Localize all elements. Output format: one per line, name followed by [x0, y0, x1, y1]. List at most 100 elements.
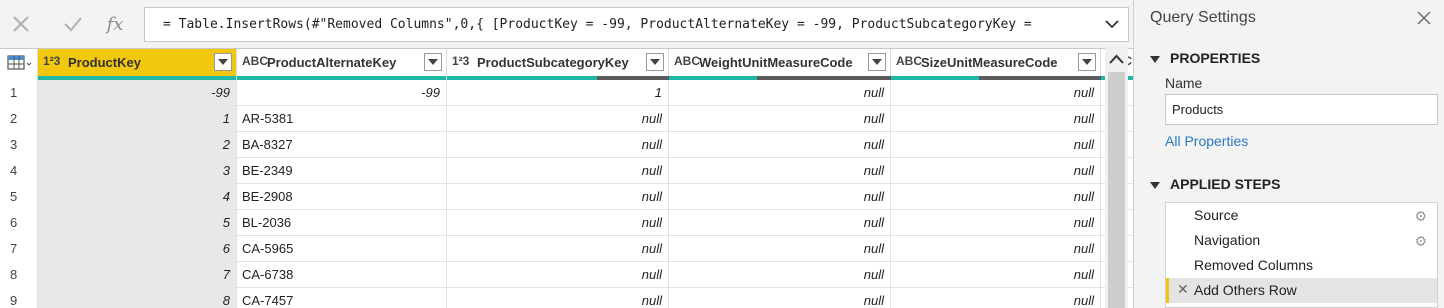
column-filter-button[interactable]	[424, 53, 442, 71]
cancel-formula-button[interactable]	[6, 10, 36, 38]
table-cell[interactable]: null	[669, 132, 891, 158]
step-label: Navigation	[1194, 232, 1261, 248]
table-cell[interactable]: null	[447, 132, 669, 158]
table-row[interactable]: 1-99-991nullnull(	[0, 80, 1133, 106]
table-cell[interactable]: 2	[38, 132, 237, 158]
whole-number-type-icon[interactable]: 1²3	[452, 54, 469, 68]
table-cell[interactable]: CA-7457	[237, 288, 447, 308]
row-number: 6	[0, 210, 38, 236]
table-cell[interactable]: null	[891, 288, 1101, 308]
table-cell[interactable]: -99	[237, 80, 447, 106]
properties-section-header[interactable]: PROPERTIES	[1150, 50, 1260, 66]
column-header-sizeunitmeasurecode[interactable]: ABC SizeUnitMeasureCode	[891, 49, 1101, 80]
table-row[interactable]: 54BE-2908nullnullnullB	[0, 184, 1133, 210]
table-cell[interactable]: 4	[38, 184, 237, 210]
column-filter-button[interactable]	[646, 53, 664, 71]
table-cell[interactable]: AR-5381	[237, 106, 447, 132]
table-cell[interactable]: null	[669, 184, 891, 210]
column-header-productkey[interactable]: 1²3 ProductKey	[38, 49, 237, 80]
table-cell[interactable]: null	[891, 210, 1101, 236]
table-cell[interactable]: -99	[38, 80, 237, 106]
table-cell[interactable]: null	[669, 262, 891, 288]
scroll-up-icon[interactable]	[1108, 52, 1125, 66]
table-cell[interactable]: null	[891, 262, 1101, 288]
table-cell[interactable]: 1	[38, 106, 237, 132]
table-cell[interactable]: null	[447, 184, 669, 210]
table-row[interactable]: 87CA-6738nullnullnullB	[0, 262, 1133, 288]
table-cell[interactable]: null	[891, 132, 1101, 158]
table-cell[interactable]: BA-8327	[237, 132, 447, 158]
whole-number-type-icon[interactable]: 1²3	[43, 54, 60, 68]
table-cell[interactable]: null	[669, 236, 891, 262]
table-cell[interactable]: null	[669, 80, 891, 106]
table-cell[interactable]: null	[891, 106, 1101, 132]
column-filter-button[interactable]	[214, 53, 232, 71]
column-header-weightunitmeasurecode[interactable]: ABC WeightUnitMeasureCode	[669, 49, 891, 80]
step-source[interactable]: Source ⚙	[1166, 203, 1437, 228]
close-icon	[13, 16, 29, 32]
scrollbar-thumb[interactable]	[1108, 72, 1125, 308]
formula-input[interactable]: = Table.InsertRows(#"Removed Columns",0,…	[144, 7, 1129, 42]
table-row[interactable]: 32BA-8327nullnullnullB	[0, 132, 1133, 158]
step-removed-columns[interactable]: Removed Columns	[1166, 253, 1437, 278]
column-header-productsubcategorykey[interactable]: 1²3 ProductSubcategoryKey	[447, 49, 669, 80]
table-row[interactable]: 76CA-5965nullnullnullB	[0, 236, 1133, 262]
table-cell[interactable]: 3	[38, 158, 237, 184]
table-cell[interactable]: null	[891, 236, 1101, 262]
check-icon	[64, 17, 82, 32]
table-cell[interactable]: null	[669, 210, 891, 236]
vertical-scrollbar[interactable]	[1105, 47, 1128, 308]
table-cell[interactable]: CA-6738	[237, 262, 447, 288]
step-add-others-row[interactable]: ✕ Add Others Row	[1166, 278, 1437, 303]
table-cell[interactable]: 8	[38, 288, 237, 308]
section-title: PROPERTIES	[1170, 50, 1261, 66]
query-name-input[interactable]	[1165, 94, 1438, 125]
table-menu-button[interactable]	[0, 49, 38, 80]
column-header-productalternatekey[interactable]: ABC ProductAlternateKey	[237, 49, 447, 80]
expand-formula-button[interactable]	[1102, 14, 1122, 34]
column-filter-button[interactable]	[1078, 53, 1096, 71]
table-cell[interactable]: null	[447, 210, 669, 236]
table-cell[interactable]: null	[447, 236, 669, 262]
table-cell[interactable]: BE-2908	[237, 184, 447, 210]
text-type-icon[interactable]: ABC	[896, 54, 922, 68]
step-navigation[interactable]: Navigation ⚙	[1166, 228, 1437, 253]
table-cell[interactable]: null	[447, 158, 669, 184]
text-type-icon[interactable]: ABC	[242, 54, 268, 68]
table-cell[interactable]: CA-5965	[237, 236, 447, 262]
table-cell[interactable]: null	[669, 106, 891, 132]
confirm-formula-button[interactable]	[58, 10, 88, 38]
table-cell[interactable]: null	[891, 158, 1101, 184]
table-cell[interactable]: null	[891, 184, 1101, 210]
column-header-label: ProductAlternateKey	[267, 55, 397, 70]
delete-step-icon[interactable]: ✕	[1177, 281, 1189, 298]
close-panel-button[interactable]	[1414, 8, 1434, 28]
table-row[interactable]: 98CA-7457nullnullnullB	[0, 288, 1133, 308]
table-cell[interactable]: null	[447, 288, 669, 308]
query-settings-panel: Query Settings PROPERTIES Name All Prope…	[1133, 0, 1444, 308]
fx-button[interactable]: fx	[100, 10, 130, 38]
applied-steps-section-header[interactable]: APPLIED STEPS	[1150, 176, 1280, 192]
table-cell[interactable]: null	[891, 80, 1101, 106]
table-cell[interactable]: 5	[38, 210, 237, 236]
table-row[interactable]: 65BL-2036nullnullnullB	[0, 210, 1133, 236]
column-header-label: SizeUnitMeasureCode	[921, 55, 1058, 70]
table-cell[interactable]: BL-2036	[237, 210, 447, 236]
table-cell[interactable]: null	[447, 106, 669, 132]
table-cell[interactable]: 7	[38, 262, 237, 288]
gear-icon[interactable]: ⚙	[1414, 233, 1427, 250]
table-row[interactable]: 21AR-5381nullnullnullA	[0, 106, 1133, 132]
table-cell[interactable]: 6	[38, 236, 237, 262]
all-properties-link[interactable]: All Properties	[1165, 133, 1248, 149]
text-type-icon[interactable]: ABC	[674, 54, 700, 68]
table-cell[interactable]: null	[669, 158, 891, 184]
table-cell[interactable]: null	[669, 288, 891, 308]
table-cell[interactable]: null	[447, 262, 669, 288]
row-number: 4	[0, 158, 38, 184]
table-cell[interactable]: 1	[447, 80, 669, 106]
gear-icon[interactable]: ⚙	[1414, 208, 1427, 225]
table-row[interactable]: 43BE-2349nullnullnullB	[0, 158, 1133, 184]
column-filter-button[interactable]	[868, 53, 886, 71]
table-cell[interactable]: BE-2349	[237, 158, 447, 184]
row-number: 5	[0, 184, 38, 210]
